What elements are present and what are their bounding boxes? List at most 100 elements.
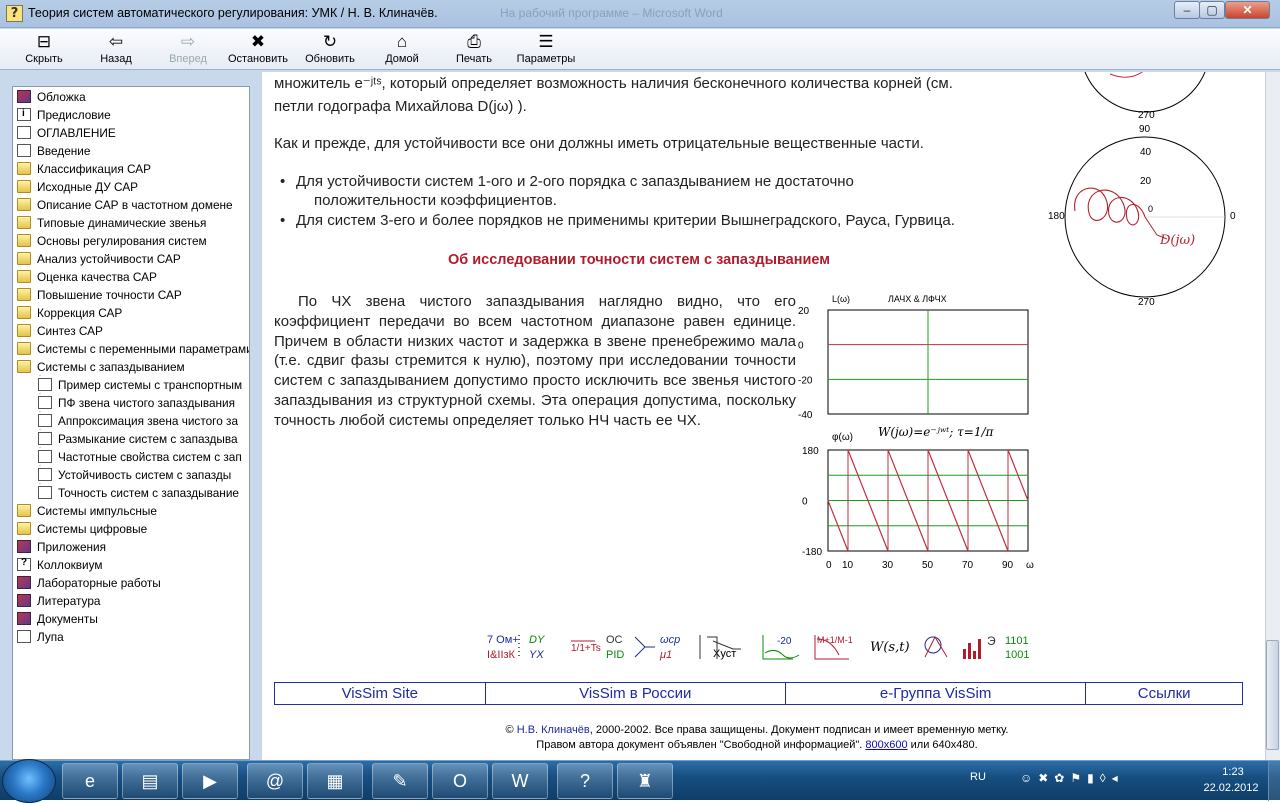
tree-item-label: Предисловие <box>37 108 111 122</box>
toolbar-button-2: ⇨ Вперед <box>154 31 222 69</box>
toolbar-button-6[interactable]: ⎙ Печать <box>440 31 508 69</box>
scrollbar-thumb[interactable] <box>1266 640 1279 750</box>
toolbar-button-3[interactable]: ✖ Остановить <box>224 31 292 69</box>
background-window-title: На рабочий программе – Microsoft Word <box>500 6 723 20</box>
intro-line-1: множитель e⁻ʲᵗˢ, который определяет возм… <box>274 75 953 92</box>
nyquist-curve-label: D(jω) <box>1159 233 1195 248</box>
toolbar-button-5[interactable]: ⌂ Домой <box>368 31 436 69</box>
page-icon <box>38 378 52 391</box>
nav-link[interactable]: e-Группа VisSim <box>786 683 1087 704</box>
icon-transfer[interactable]: 1/1+Ts <box>571 643 601 654</box>
clock-date[interactable]: 22.02.2012 <box>1196 782 1266 794</box>
icon-7om[interactable]: 7 Ом+ <box>487 634 519 646</box>
nyquist-top-fragment: 270 <box>1084 72 1206 121</box>
icon-xust[interactable]: Xуст <box>713 648 736 660</box>
maximize-button[interactable]: ▢ <box>1199 1 1225 19</box>
xtick-label: 90 <box>1002 560 1014 571</box>
resolution-rest: или 640х480. <box>907 739 978 751</box>
folder-icon <box>17 270 31 283</box>
nav-link[interactable]: VisSim Site <box>275 683 486 704</box>
taskbar-app-explorer[interactable]: ▤ <box>122 763 178 799</box>
toolbar-button-0[interactable]: ⊟ Скрыть <box>10 31 78 69</box>
toolbar-button-4[interactable]: ↻ Обновить <box>296 31 364 69</box>
taskbar-app-ie[interactable]: e <box>62 763 118 799</box>
xtick-label: 10 <box>842 560 854 571</box>
page-icon <box>38 396 52 409</box>
icon-omega-cp[interactable]: ωcp <box>660 634 680 646</box>
xtick-label: 30 <box>882 560 894 571</box>
tree-item-label: Лупа <box>37 630 64 644</box>
icon-1001[interactable]: 1001 <box>1005 649 1029 661</box>
taskbar-app-word[interactable]: W <box>492 763 548 799</box>
icon-mu1[interactable]: μ1 <box>659 649 672 661</box>
ytick-label: -20 <box>798 375 813 386</box>
resolution-link[interactable]: 800х600 <box>865 739 907 751</box>
footer-copyright: © Н.В. Клиначёв, 2000-2002. Все права за… <box>262 724 1252 736</box>
close-button[interactable]: ✕ <box>1225 1 1270 19</box>
taskbar-app-media-player[interactable]: ▶ <box>182 763 238 799</box>
tree-item-label: Литература <box>37 594 101 608</box>
toolbar-label: Скрыть <box>25 53 63 65</box>
tree-item-label: Анализ устойчивости САР <box>37 252 181 266</box>
language-indicator[interactable]: RU <box>970 771 986 783</box>
book-icon <box>17 612 31 625</box>
clock-time[interactable]: 1:23 <box>1213 766 1253 778</box>
tray-icons[interactable]: ☺✖✿⚑▮◊◂ <box>1020 771 1180 787</box>
toolbar-button-1[interactable]: ⇦ Назад <box>82 31 150 69</box>
nyquist-label-20: 20 <box>1140 176 1152 187</box>
taskbar-app-editor[interactable]: ✎ <box>372 763 428 799</box>
nav-link[interactable]: VisSim в России <box>486 683 786 704</box>
nyquist-label-0-inner: 0 <box>1148 204 1153 214</box>
icon-minus20[interactable]: -20 <box>777 636 792 647</box>
page-icon <box>38 486 52 499</box>
icon-dy[interactable]: DY <box>529 634 545 646</box>
page-icon <box>17 630 31 643</box>
nyquist-label-40: 40 <box>1140 147 1152 158</box>
toolbar-label: Вперед <box>169 53 207 65</box>
folder-icon <box>17 252 31 265</box>
taskbar-app-opera[interactable]: O <box>432 763 488 799</box>
icon-yx[interactable]: YX <box>529 649 544 661</box>
minimize-button[interactable]: – <box>1174 1 1200 19</box>
xaxis-symbol: ω <box>1026 560 1034 571</box>
folder-icon <box>17 342 31 355</box>
section-heading: Об исследовании точности систем с запазд… <box>448 252 831 268</box>
start-button[interactable] <box>2 759 56 803</box>
tools-icon-bar[interactable]: 7 Ом+ I&IIзК DY YX 1/1+Ts OC PID ωcp μ1 … <box>485 631 1040 663</box>
book-icon <box>17 90 31 103</box>
tree-item-label: Классификация САР <box>37 162 151 176</box>
taskbar-app-help[interactable]: ? <box>557 763 613 799</box>
bullet-1-cont: положительности коэффициентов. <box>314 192 557 209</box>
show-desktop-button[interactable] <box>1268 761 1280 801</box>
nyquist-top-label: 270 <box>1138 110 1155 121</box>
icon-pid[interactable]: PID <box>606 649 624 661</box>
tree-item-label: Оценка качества САР <box>37 270 157 284</box>
question-page-icon <box>17 557 31 571</box>
icon-wst[interactable]: W(s,t) <box>870 640 910 655</box>
icon-1101[interactable]: 1101 <box>1005 635 1029 647</box>
pane-splitter[interactable] <box>252 72 262 760</box>
tree-item-label: Синтез САР <box>37 324 103 338</box>
nav-link[interactable]: Ссылки <box>1086 683 1242 704</box>
tree-item-label: Системы цифровые <box>37 522 148 536</box>
back-arrow-icon: ⇦ <box>108 32 124 51</box>
tree-item-label: Приложения <box>37 540 107 554</box>
taskbar-app-other[interactable]: ♜ <box>617 763 673 799</box>
taskbar-app-winrar[interactable]: ▦ <box>307 763 363 799</box>
tree-item-label: Точность систем с запаздывание <box>58 486 239 500</box>
toolbar-label: Параметры <box>516 53 576 65</box>
title-bar[interactable]: ? Теория систем автоматического регулиро… <box>0 0 1280 28</box>
icon-e[interactable]: Э <box>987 634 996 648</box>
nyquist-label-0: 0 <box>1230 211 1236 222</box>
taskbar-app-mail-agent[interactable]: @ <box>247 763 303 799</box>
tree-item-label: Пример системы с транспортным <box>58 378 243 392</box>
ytick-label: -180 <box>802 547 822 558</box>
tree-item-label: Устойчивость систем с запазды <box>58 468 232 482</box>
tree-item-label: Коррекция САР <box>37 306 123 320</box>
icon-iiizk[interactable]: I&IIзК <box>487 649 516 661</box>
contents-tree[interactable]: Обложка Предисловие ОГЛАВЛЕНИЕ Введение Клас… <box>12 86 250 760</box>
xtick-label: 50 <box>922 560 934 571</box>
icon-oc[interactable]: OC <box>606 634 623 646</box>
author-link[interactable]: Н.В. Клиначёв <box>517 724 590 736</box>
toolbar-button-7[interactable]: ☰ Параметры <box>512 31 580 69</box>
